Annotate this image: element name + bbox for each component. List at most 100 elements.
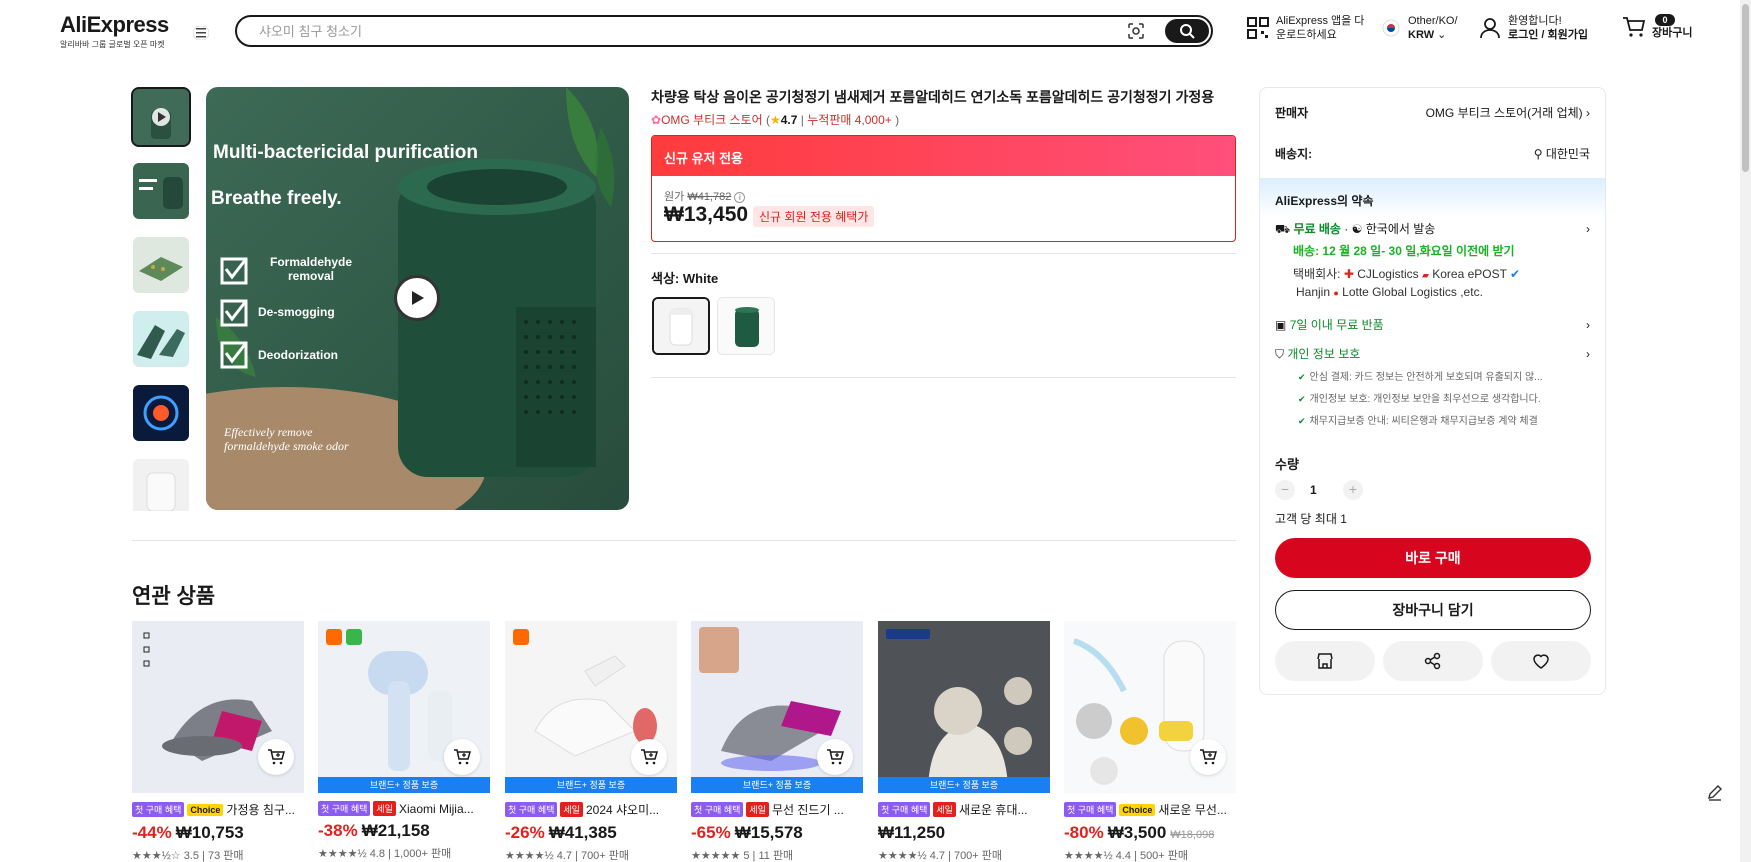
app-download[interactable]: AliExpress 앱을 다운로드하세요 <box>1246 14 1364 42</box>
scrollbar-thumb[interactable] <box>1742 4 1749 172</box>
search-icon <box>1180 24 1195 39</box>
play-icon <box>412 291 424 305</box>
share-button[interactable] <box>1383 641 1483 681</box>
current-price: ₩13,450 <box>664 203 749 226</box>
store-name[interactable]: OMG 부티크 스토어 <box>661 113 763 127</box>
add-to-cart-icon[interactable] <box>444 739 480 775</box>
purchase-panel: 판매자 OMG 부티크 스토어(거래 업체) › 배송지: ⚲ 대한민국 Ali… <box>1259 87 1606 695</box>
product-card-image[interactable]: 브랜드+ 정품 보증 <box>878 621 1050 793</box>
info-icon[interactable]: i <box>734 192 746 203</box>
product-card-image[interactable]: 브랜드+ 정품 보증 <box>691 621 863 793</box>
search-input[interactable] <box>259 22 1139 40</box>
search-bar <box>235 15 1213 47</box>
product-card[interactable]: 브랜드+ 정품 보증 첫 구매 혜택 세일 Xiaomi Mijia... -38%… <box>318 621 490 861</box>
chevron-right-icon: › <box>1586 317 1590 332</box>
product-card-image[interactable] <box>132 621 304 793</box>
product-card[interactable]: 첫 구매 혜택 Choice 가정용 침구... -44% ₩10,753 ★★★½☆… <box>132 621 304 862</box>
product-card[interactable]: 브랜드+ 정품 보증 첫 구매 혜택 세일 무선 진드기 ... -65% ₩15,5… <box>691 621 863 862</box>
region-selector[interactable]: Other/KO/KRW ⌄ <box>1382 14 1458 42</box>
promise-title: AliExpress의 약속 <box>1275 194 1374 208</box>
add-to-cart-button[interactable]: 장바구니 담기 <box>1275 590 1591 630</box>
app-line-1: AliExpress 앱을 다 <box>1276 15 1365 27</box>
store-button[interactable] <box>1275 641 1375 681</box>
check-item: 채무지급보증 안내: 씨티은행과 채무지급보증 계약 체결 <box>1298 412 1538 427</box>
logo-text: AliExpress <box>60 12 169 37</box>
product-card-title[interactable]: 첫 구매 혜택 Choice 가정용 침구... <box>132 801 304 818</box>
app-line-2: 운로드하세요 <box>1276 29 1337 41</box>
divider <box>651 377 1236 378</box>
qty-value[interactable]: 1 <box>1310 483 1317 497</box>
store-line[interactable]: ✿OMG 부티크 스토어 (★4.7 | 누적판매 4,000+ ) <box>651 111 899 128</box>
product-card-image[interactable] <box>1064 621 1236 793</box>
image-search-icon[interactable] <box>1127 22 1145 40</box>
product-card[interactable]: 브랜드+ 정품 보증 첫 구매 혜택 세일 2024 샤오미... -26% ₩41,… <box>505 621 677 862</box>
product-card-title[interactable]: 첫 구매 혜택 세일 Xiaomi Mijia... <box>318 801 490 816</box>
welcome-text: 환영합니다! <box>1508 15 1562 27</box>
product-card-price: -65% ₩15,578 <box>691 823 803 842</box>
ship-label: 배송지: <box>1275 147 1313 161</box>
swatch-green[interactable] <box>717 297 775 355</box>
add-to-cart-icon[interactable] <box>817 739 853 775</box>
main-product-image[interactable]: Multi-bactericidal purification Breathe … <box>206 87 629 510</box>
wishlist-button[interactable] <box>1491 641 1591 681</box>
chevron-right-icon: › <box>1586 222 1590 236</box>
verified-icon: ✔ <box>1510 267 1521 281</box>
product-card[interactable]: 첫 구매 혜택 Choice 새로운 무선... -80% ₩3,500 ₩18,098… <box>1064 621 1236 862</box>
privacy-label: 개인 정보 보호 <box>1287 347 1361 361</box>
cart-label: 장바구니 <box>1652 27 1693 39</box>
star-icon: ★ <box>769 113 781 127</box>
thumbnail-6[interactable] <box>133 459 189 511</box>
seller-row[interactable]: 판매자 OMG 부티크 스토어(거래 업체) › <box>1275 104 1590 121</box>
related-title: 연관 상품 <box>132 585 216 608</box>
swatch-white[interactable] <box>652 297 710 355</box>
truck-icon: ⛟ <box>1275 222 1291 236</box>
free-shipping-row[interactable]: ⛟ 무료 배송 · ☯ 한국에서 발송 › <box>1275 220 1590 238</box>
feedback-edit-icon[interactable] <box>1704 782 1726 804</box>
thumbnail-5[interactable] <box>133 385 189 441</box>
qty-decrement-button[interactable]: − <box>1275 480 1295 500</box>
menu-icon[interactable] <box>193 26 209 40</box>
heart-icon <box>1533 654 1549 669</box>
brand-guarantee-bar: 브랜드+ 정품 보증 <box>505 777 677 793</box>
cart-count-badge: 0 <box>1655 14 1675 26</box>
location-pin-icon: ⚲ <box>1533 147 1543 161</box>
account-menu[interactable]: 환영합니다! 로그인 / 회원가입 <box>1479 14 1588 42</box>
share-icon <box>1424 652 1441 670</box>
check-item: 안심 결제: 카드 정보는 안전하게 보호되며 유출되지 않... <box>1298 368 1543 383</box>
logo[interactable]: AliExpress 알리바바 그룹 글로벌 오픈 마켓 <box>60 12 169 50</box>
store-icon <box>1317 653 1333 669</box>
product-card-title[interactable]: 첫 구매 혜택 세일 2024 샤오미... <box>505 801 677 818</box>
product-card-title[interactable]: 첫 구매 혜택 세일 새로운 휴대... <box>878 801 1050 818</box>
product-card-title[interactable]: 첫 구매 혜택 Choice 새로운 무선... <box>1064 801 1236 818</box>
feature-2: De-smogging <box>258 305 335 319</box>
image-headline: Multi-bactericidal purification <box>213 142 478 163</box>
product-card-price: -44% ₩10,753 <box>132 823 244 842</box>
thumbnail-3[interactable] <box>133 237 189 293</box>
color-label: 색상: White <box>651 271 719 286</box>
product-card-image[interactable]: 브랜드+ 정품 보증 <box>505 621 677 793</box>
thumbnail-4[interactable] <box>133 311 189 367</box>
image-bottom-note: Effectively remove formaldehyde smoke od… <box>224 425 349 453</box>
play-button[interactable] <box>394 275 440 321</box>
divider <box>651 253 1236 254</box>
thumbnail-2[interactable] <box>133 163 189 219</box>
promo-box: 신규 유저 전용 원가 ₩41,782 i ₩13,450 신규 회원 전용 혜… <box>651 135 1236 242</box>
add-to-cart-icon[interactable] <box>1190 739 1226 775</box>
privacy-row[interactable]: ⛉ 개인 정보 보호 › <box>1275 345 1590 362</box>
qty-increment-button[interactable]: + <box>1343 480 1363 500</box>
search-button[interactable] <box>1165 19 1209 43</box>
cj-icon: ✚ <box>1343 267 1354 281</box>
buy-now-button[interactable]: 바로 구매 <box>1275 538 1591 578</box>
product-card-price: -26% ₩41,385 <box>505 823 617 842</box>
thumbnail-video[interactable] <box>131 87 191 147</box>
product-card-title[interactable]: 첫 구매 혜택 세일 무선 진드기 ... <box>691 801 863 818</box>
returns-row[interactable]: ▣ 7일 이내 무료 반품 › <box>1275 316 1590 333</box>
shipping-destination[interactable]: 배송지: ⚲ 대한민국 <box>1275 145 1590 162</box>
product-card[interactable]: 브랜드+ 정품 보증 첫 구매 혜택 세일 새로운 휴대... ₩11,250 ★★… <box>878 621 1050 862</box>
cart-icon <box>1623 17 1646 37</box>
image-subheadline: Breathe freely. <box>211 188 342 209</box>
product-card-image[interactable]: 브랜드+ 정품 보증 <box>318 621 490 793</box>
login-link[interactable]: 로그인 / 회원가입 <box>1508 29 1588 41</box>
add-to-cart-icon[interactable] <box>258 739 294 775</box>
add-to-cart-icon[interactable] <box>631 739 667 775</box>
